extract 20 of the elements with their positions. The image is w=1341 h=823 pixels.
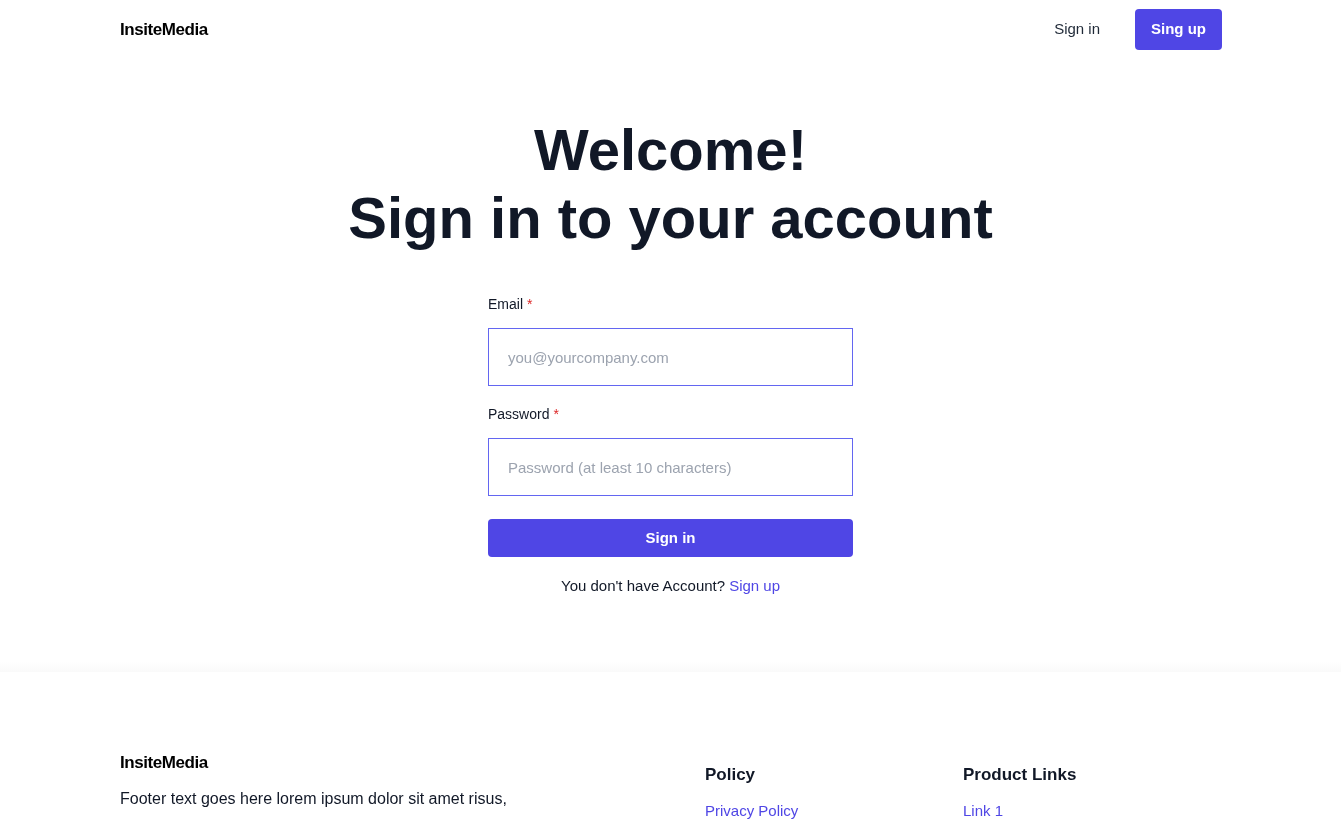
- sign-up-button[interactable]: Sing up: [1135, 9, 1222, 50]
- footer-link[interactable]: Link 1: [963, 801, 1221, 821]
- column-heading: Product Links: [963, 763, 1078, 786]
- footer-text: Footer text goes here lorem ipsum dolor sit amet risus,: [120, 789, 508, 809]
- column-heading: Policy: [705, 763, 757, 786]
- footer-link[interactable]: Privacy Policy: [705, 801, 963, 821]
- sign-in-link[interactable]: Sign in: [1054, 18, 1100, 41]
- required-mark: *: [527, 296, 533, 312]
- input-field[interactable]: you@yourcompany.com: [488, 328, 853, 386]
- input-field[interactable]: Password (at least 10 characters): [488, 438, 853, 496]
- field-label: Password: [488, 406, 550, 422]
- heading: Sign in to your account: [348, 184, 993, 252]
- logo[interactable]: InsiteMedia: [120, 749, 705, 775]
- sign-in-button[interactable]: Sign in: [488, 519, 853, 557]
- prompt-text: You don't have Account?: [561, 576, 726, 596]
- logo[interactable]: InsiteMedia: [120, 16, 208, 43]
- field-label: Email: [488, 296, 523, 312]
- sign-up-link[interactable]: Sign up: [729, 575, 780, 598]
- required-mark: *: [553, 406, 559, 422]
- heading: Welcome!: [534, 116, 807, 184]
